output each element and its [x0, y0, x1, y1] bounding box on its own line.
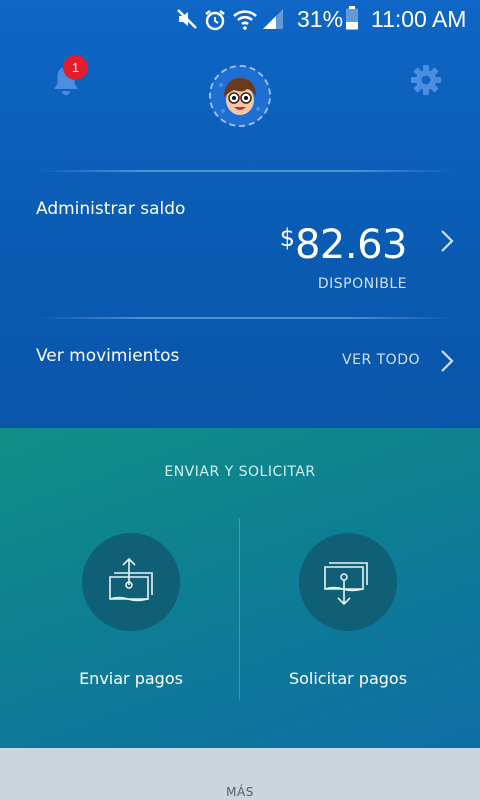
- status-bar: 31% 11:00 AM: [0, 0, 480, 40]
- signal-icon: [263, 9, 283, 29]
- wifi-icon: [233, 10, 257, 30]
- request-payment-label: Solicitar pagos: [288, 669, 408, 688]
- see-all-link[interactable]: VER TODO: [342, 352, 420, 368]
- balance-amount: $82.63: [279, 222, 408, 268]
- app-screen: 31% 11:00 AM 1 Administrar saldo $82.63 …: [0, 0, 480, 800]
- send-money-icon: [109, 557, 153, 602]
- more-label: MÁS: [226, 785, 254, 799]
- balance-value: 82.63: [294, 222, 408, 268]
- manage-balance-label: Administrar saldo: [36, 199, 186, 219]
- battery-icon: [346, 6, 358, 30]
- request-payment-circle: [299, 533, 397, 631]
- chevron-right-icon: [441, 230, 454, 252]
- send-payment-circle: [82, 533, 180, 631]
- account-summary-section: 31% 11:00 AM 1 Administrar saldo $82.63 …: [0, 0, 480, 428]
- balance-status: DISPONIBLE: [317, 276, 407, 292]
- divider: [36, 170, 456, 172]
- activity-label: Ver movimientos: [36, 346, 180, 366]
- send-payment-label: Enviar pagos: [79, 669, 183, 688]
- gear-icon[interactable]: [409, 63, 443, 97]
- currency-symbol: $: [279, 224, 295, 252]
- mute-icon: [177, 9, 197, 29]
- request-money-icon: [324, 562, 368, 606]
- section-title: ENVIAR Y SOLICITAR: [164, 464, 316, 480]
- alarm-icon: [205, 10, 225, 31]
- battery-percent: 31%: [297, 6, 344, 32]
- chevron-right-icon: [441, 350, 454, 372]
- divider: [36, 317, 456, 319]
- clock: 11:00 AM: [371, 6, 467, 32]
- divider: [239, 518, 240, 700]
- avatar[interactable]: [209, 65, 271, 127]
- send-request-section: ENVIAR Y SOLICITAR Enviar pagos Solicita…: [0, 428, 480, 748]
- more-section[interactable]: MÁS: [0, 748, 480, 800]
- avatar-image: [211, 67, 269, 125]
- notification-badge: 1: [63, 55, 88, 80]
